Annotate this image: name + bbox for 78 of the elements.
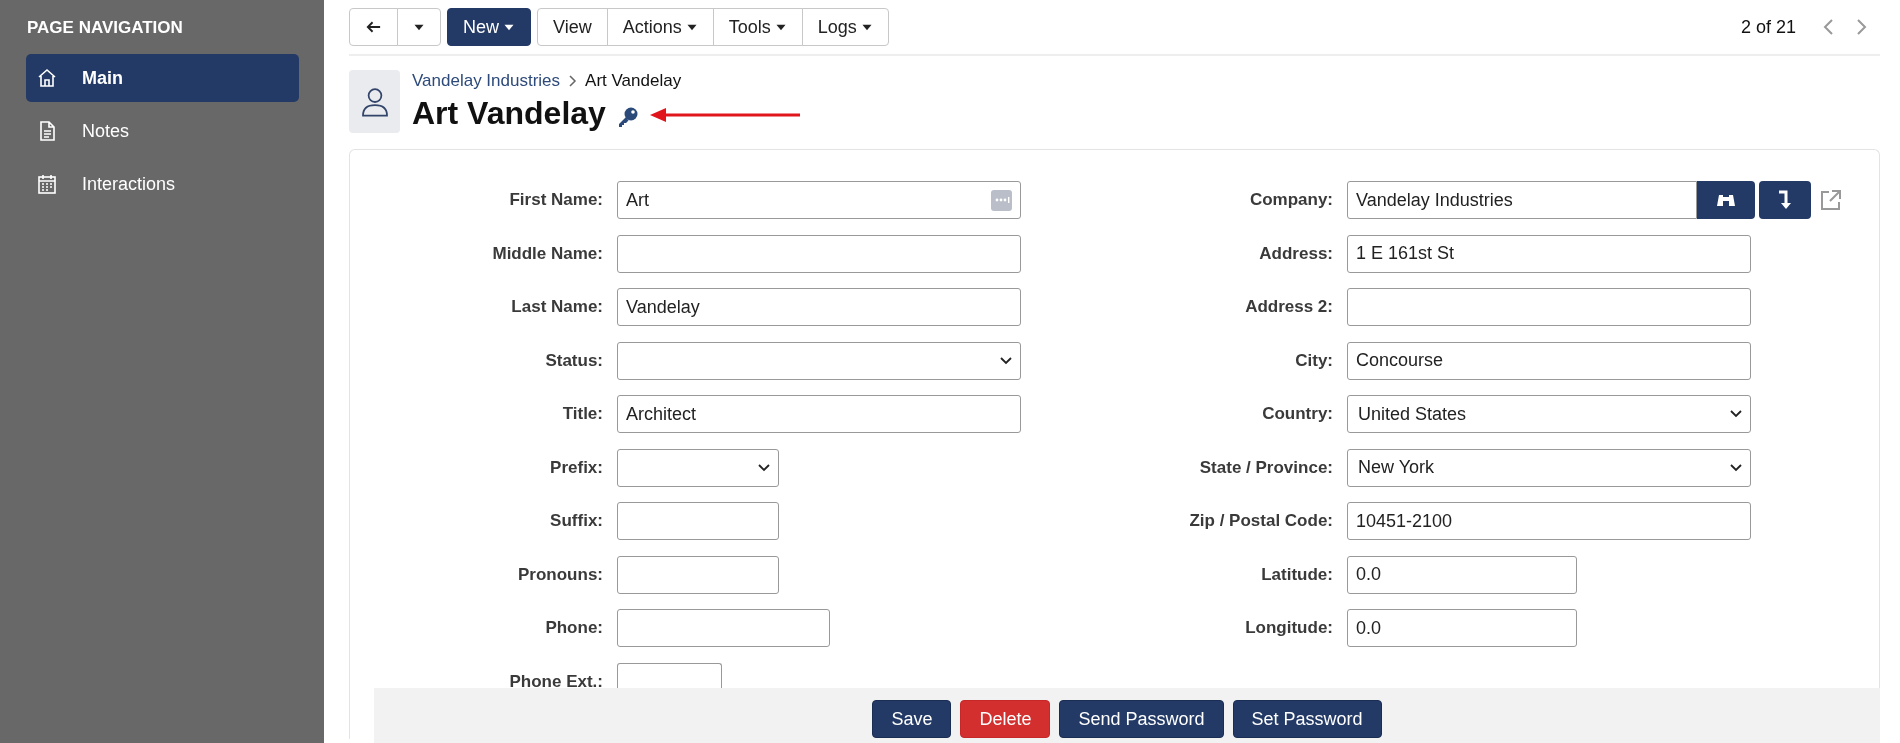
input-field[interactable]	[617, 662, 722, 688]
external-link-icon[interactable]	[1819, 188, 1843, 212]
field-label: Address:	[1258, 243, 1333, 264]
field-label: City:	[1294, 350, 1333, 371]
dots-glyph-icon	[993, 195, 1010, 205]
dropdown-field[interactable]: United States	[1347, 395, 1751, 433]
input-field[interactable]	[617, 555, 779, 594]
breadcrumb-current: Art Vandelay	[585, 70, 682, 91]
field-label: State / Province:	[1198, 457, 1333, 478]
chevron-down-icon	[758, 463, 770, 472]
field-label: Longitude:	[1244, 618, 1333, 638]
caret-icon	[503, 22, 515, 32]
sidebar-item[interactable]: Notes	[26, 107, 299, 155]
toolbar-button[interactable]: Logs	[801, 8, 889, 46]
caret-icon	[860, 22, 873, 32]
chevron-down-icon	[1000, 356, 1012, 365]
delete-button[interactable]: Delete	[960, 700, 1051, 738]
record-counter: 2 of 21	[1740, 16, 1796, 38]
field-label: Pronouns:	[517, 564, 603, 585]
input-field[interactable]: Vandelay Industries	[1347, 181, 1697, 219]
toolbar-button[interactable]: Tools	[712, 8, 803, 46]
field-label: Suffix:	[549, 511, 603, 531]
record-title: Art Vandelay	[412, 93, 606, 133]
arrow-down-icon	[1776, 189, 1794, 211]
sidebar-heading: PAGE NAVIGATION	[27, 18, 184, 38]
input-field[interactable]: 10451-2100	[1347, 502, 1751, 540]
caret-icon	[774, 22, 787, 32]
toolbar-button[interactable]: View	[537, 8, 608, 46]
input-field[interactable]: Architect	[617, 395, 1021, 433]
avatar	[349, 70, 400, 133]
field-label: Address 2:	[1244, 297, 1333, 317]
back-arrow-icon	[365, 19, 382, 35]
caret-icon	[413, 22, 425, 32]
toolbar-button[interactable]: New	[447, 8, 531, 46]
input-field[interactable]: 0.0	[1347, 555, 1577, 594]
calendar-icon	[36, 173, 58, 195]
input-field[interactable]: Art	[617, 181, 1021, 219]
action-button[interactable]: Send Password	[1059, 700, 1224, 738]
field-label: First Name:	[508, 190, 603, 210]
chevron-icon	[568, 73, 578, 88]
input-field[interactable]: Concourse	[1347, 341, 1751, 380]
dropdown-field[interactable]	[617, 448, 779, 487]
previous-icon[interactable]	[1822, 18, 1834, 36]
field-label: Latitude:	[1260, 564, 1333, 585]
action-button[interactable]: Save	[872, 700, 952, 738]
field-label: Zip / Postal Code:	[1188, 511, 1333, 531]
home-icon	[36, 67, 58, 89]
field-label: Country:	[1261, 404, 1333, 424]
toolbar-button[interactable]: Actions	[606, 8, 714, 46]
next-icon[interactable]	[1856, 18, 1868, 36]
input-field[interactable]: 0.0	[1347, 609, 1577, 647]
field-label: Status:	[544, 350, 603, 371]
input-field[interactable]	[617, 502, 779, 540]
breadcrumb-link[interactable]: Vandelay Industries	[412, 70, 561, 91]
field-label: Title:	[561, 404, 603, 424]
chevron-down-icon	[1730, 463, 1742, 472]
chevron-down-icon	[1730, 410, 1742, 418]
input-field[interactable]: 1 E 161st St	[1347, 234, 1751, 273]
input-field[interactable]	[1347, 288, 1751, 326]
dropdown-field[interactable]: New York	[1347, 448, 1751, 487]
field-label: Middle Name:	[491, 243, 603, 264]
field-label: Phone:	[544, 618, 603, 638]
back-button[interactable]	[349, 8, 398, 46]
input-field[interactable]	[617, 234, 1021, 273]
field-label: Prefix:	[549, 457, 603, 478]
caret-icon	[685, 22, 698, 32]
more-icon[interactable]	[991, 189, 1012, 211]
search-button[interactable]	[1697, 181, 1755, 219]
sidebar-item[interactable]: Interactions	[26, 160, 299, 208]
input-field[interactable]: Vandelay	[617, 288, 1021, 326]
field-label: Phone Ext.:	[508, 671, 603, 692]
input-field[interactable]	[617, 609, 830, 647]
action-button[interactable]: Set Password	[1232, 700, 1382, 738]
field-label: Last Name:	[510, 297, 603, 317]
insert-button[interactable]	[1759, 181, 1811, 219]
field-label: Company:	[1248, 190, 1333, 210]
dropdown-field[interactable]	[617, 341, 1021, 380]
sidebar-item[interactable]: Main	[26, 54, 299, 102]
